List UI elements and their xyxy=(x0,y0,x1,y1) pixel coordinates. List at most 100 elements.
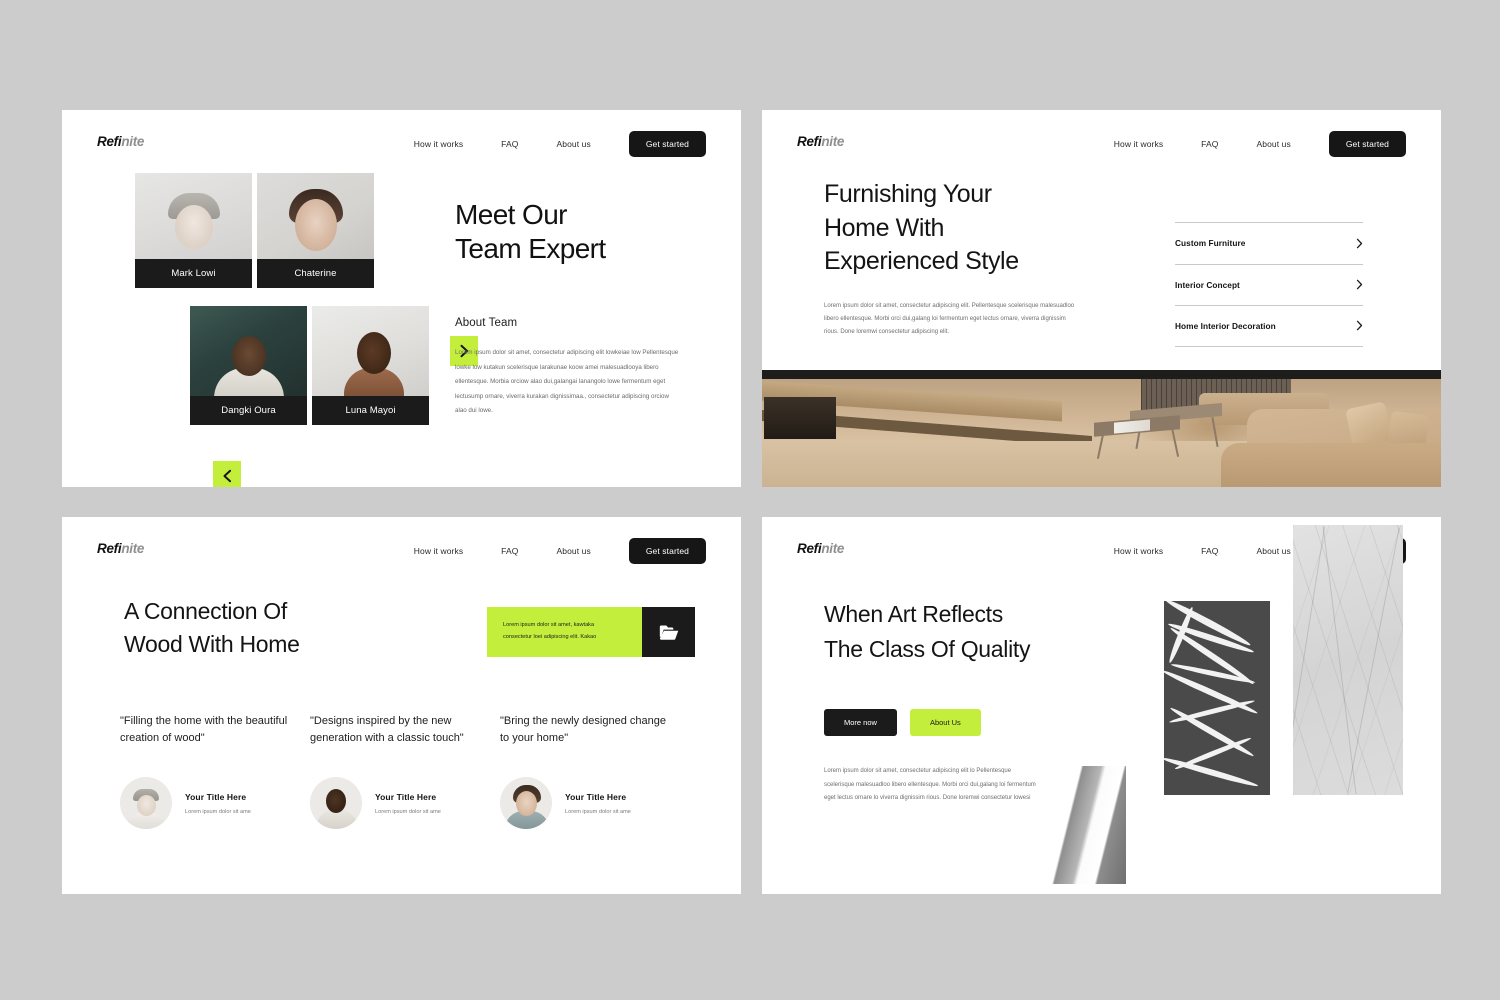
photo-top-bar xyxy=(762,370,1441,379)
callout-text-area: Lorem ipsum dolor sit amet, kawtaka cons… xyxy=(487,607,642,657)
team-name-label: Luna Mayoi xyxy=(312,396,429,425)
chevron-right-icon xyxy=(1356,238,1363,249)
page-title: Furnishing Your Home With Experienced St… xyxy=(824,178,1019,279)
team-grid: Mark Lowi Chaterine Dangki Oura Luna May… xyxy=(135,173,478,487)
navbar: Refinite How it works FAQ About us Get s… xyxy=(762,110,1441,176)
get-started-button[interactable]: Get started xyxy=(1328,131,1406,157)
slide-meet-our-team: Refinite How it works FAQ About us Get s… xyxy=(62,110,741,487)
logo-part-1: Refi xyxy=(97,541,122,556)
title-line-1: When Art Reflects xyxy=(824,601,1003,627)
accordion-item-interior-concept[interactable]: Interior Concept xyxy=(1175,263,1363,306)
testimonial-person: Your Title Here Lorem ipsum dolor sit am… xyxy=(310,777,500,830)
interior-photo-banner xyxy=(762,370,1441,487)
logo-part-2: nite xyxy=(821,134,845,149)
sofa-seat xyxy=(1221,443,1441,487)
callout-text: Lorem ipsum dolor sit amet, kawtaka cons… xyxy=(503,620,596,643)
body-text: Lorem ipsum dolor sit amet, consectetur … xyxy=(455,349,679,415)
vein xyxy=(1347,527,1400,793)
body-text: Lorem ipsum dolor sit amet, consectetur … xyxy=(824,768,1036,801)
title-line-2: Team Expert xyxy=(455,233,606,265)
nav-link-faq[interactable]: FAQ xyxy=(501,139,518,149)
accordion-label: Home Interior Decoration xyxy=(1175,320,1276,331)
get-started-button[interactable]: Get started xyxy=(628,538,706,564)
nav-link-about-us[interactable]: About us xyxy=(1256,139,1290,149)
nav-link-how-it-works[interactable]: How it works xyxy=(414,546,463,556)
callout-card: Lorem ipsum dolor sit amet, kawtaka cons… xyxy=(487,607,695,657)
team-card[interactable]: Dangki Oura xyxy=(190,306,307,425)
logo[interactable]: Refinite xyxy=(97,134,144,149)
testimonial-card: "Bring the newly designed change to your… xyxy=(500,713,690,830)
logo-part-1: Refi xyxy=(797,541,822,556)
logo[interactable]: Refinite xyxy=(797,134,844,149)
title-line-1: A Connection Of xyxy=(124,598,287,624)
slide-when-art-reflects: Refinite How it works FAQ About us Get s… xyxy=(762,517,1441,894)
living-room-interior-image xyxy=(762,379,1441,487)
team-card[interactable]: Chaterine xyxy=(257,173,374,288)
team-card[interactable]: Luna Mayoi xyxy=(312,306,429,425)
callout-line-1: Lorem ipsum dolor sit amet, kawtaka xyxy=(503,622,595,629)
logo-part-1: Refi xyxy=(97,134,122,149)
vein xyxy=(1322,525,1357,795)
logo-part-2: nite xyxy=(121,541,145,556)
navbar: Refinite How it works FAQ About us Get s… xyxy=(62,110,741,176)
avatar xyxy=(120,777,172,830)
logo-part-1: Refi xyxy=(797,134,822,149)
team-name-label: Chaterine xyxy=(257,259,374,288)
team-name-label: Mark Lowi xyxy=(135,259,252,288)
navbar: Refinite How it works FAQ About us Get s… xyxy=(62,517,741,583)
testimonial-card: "Filling the home with the beautiful cre… xyxy=(120,713,310,830)
nav-link-about-us[interactable]: About us xyxy=(556,139,590,149)
pillow xyxy=(1345,401,1393,449)
testimonial-quote: "Designs inspired by the new generation … xyxy=(310,715,464,745)
chevron-left-icon[interactable] xyxy=(213,461,241,487)
palm-frond xyxy=(1164,755,1259,789)
team-photo-luna-mayoi xyxy=(312,306,429,396)
accordion-item-custom-furniture[interactable]: Custom Furniture xyxy=(1175,222,1363,264)
chevron-right-icon xyxy=(1356,320,1363,331)
team-photo-dangki-oura xyxy=(190,306,307,396)
team-photo-mark-lowi xyxy=(135,173,252,259)
avatar xyxy=(310,777,362,830)
face-shape xyxy=(295,199,337,251)
abstract-curve-image xyxy=(1043,766,1126,884)
accordion-item-home-interior-decoration[interactable]: Home Interior Decoration xyxy=(1175,305,1363,347)
page-title: When Art Reflects The Class Of Quality xyxy=(824,597,1030,666)
person-subtitle: Lorem ipsum dolor sit ame xyxy=(375,808,441,815)
about-us-button[interactable]: About Us xyxy=(909,709,981,736)
accordion-list: Custom Furniture Interior Concept Home I… xyxy=(1175,222,1363,347)
more-now-button[interactable]: More now xyxy=(824,709,897,736)
page-title: Meet Our Team Expert xyxy=(455,198,606,266)
avatar xyxy=(500,777,552,830)
slide-connection-of-wood: Refinite How it works FAQ About us Get s… xyxy=(62,517,741,894)
face-shape xyxy=(357,332,391,374)
nav-links: How it works FAQ About us Get started xyxy=(414,538,706,564)
team-card[interactable]: Mark Lowi xyxy=(135,173,252,288)
logo[interactable]: Refinite xyxy=(97,541,144,556)
person-title: Your Title Here xyxy=(185,791,247,802)
get-started-button[interactable]: Get started xyxy=(628,131,706,157)
face-shape xyxy=(137,795,156,817)
fireplace xyxy=(764,397,836,439)
logo[interactable]: Refinite xyxy=(797,541,844,556)
nav-link-faq[interactable]: FAQ xyxy=(1201,139,1218,149)
logo-part-2: nite xyxy=(821,541,845,556)
palm-shadow-image xyxy=(1164,601,1270,795)
person-meta: Your Title Here Lorem ipsum dolor sit am… xyxy=(375,792,441,815)
person-subtitle: Lorem ipsum dolor sit ame xyxy=(185,808,251,815)
folder-icon[interactable] xyxy=(642,607,695,657)
team-photo-chaterine xyxy=(257,173,374,259)
logo-part-2: nite xyxy=(121,134,145,149)
body-text: Lorem ipsum dolor sit amet, consectetur … xyxy=(824,303,1075,336)
nav-link-how-it-works[interactable]: How it works xyxy=(1114,546,1163,556)
nav-link-about-us[interactable]: About us xyxy=(556,546,590,556)
nav-link-faq[interactable]: FAQ xyxy=(1201,546,1218,556)
nav-link-about-us[interactable]: About us xyxy=(1256,546,1290,556)
nav-link-how-it-works[interactable]: How it works xyxy=(1114,139,1163,149)
nav-links: How it works FAQ About us Get started xyxy=(414,131,706,157)
person-title: Your Title Here xyxy=(375,791,437,802)
nav-link-how-it-works[interactable]: How it works xyxy=(414,139,463,149)
nav-link-faq[interactable]: FAQ xyxy=(501,546,518,556)
title-line-2: The Class Of Quality xyxy=(824,635,1031,662)
face-shape xyxy=(326,789,346,814)
title-line-2: Wood With Home xyxy=(124,631,300,658)
